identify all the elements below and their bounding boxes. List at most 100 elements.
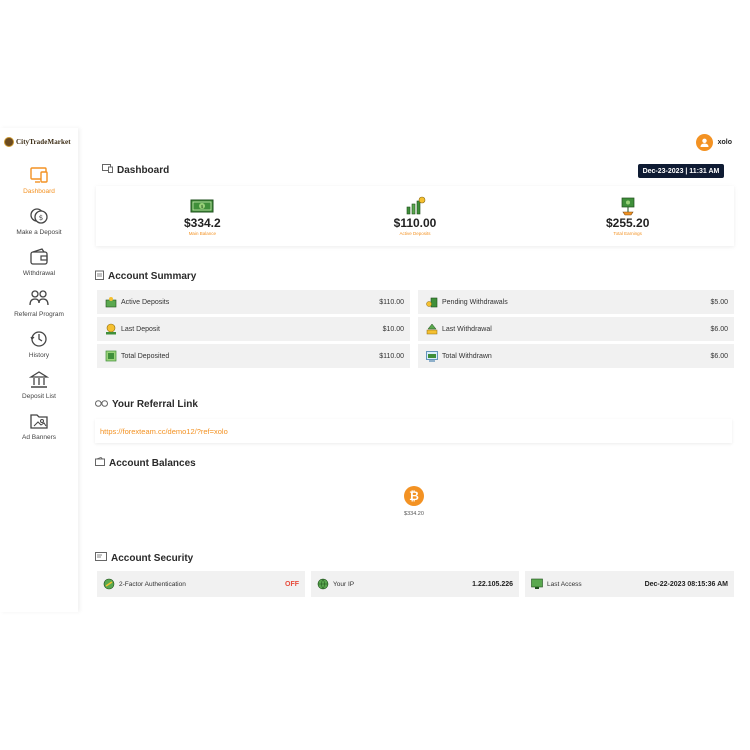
wallet-small-icon	[95, 456, 105, 469]
page-title-text: Dashboard	[117, 164, 170, 176]
user-menu[interactable]: xolo	[695, 134, 732, 151]
referral-users-icon	[28, 287, 50, 309]
stat-main-balance: $ $334.2 Main Balance	[96, 186, 309, 246]
clipboard-icon	[95, 270, 104, 283]
dashboard-icon	[28, 164, 50, 186]
page-title: Dashboard	[102, 164, 169, 176]
sidebar-item-label: Withdrawal	[22, 270, 56, 277]
summary-label: Last Deposit	[121, 325, 160, 333]
sidebar-item-label: History	[28, 352, 50, 359]
sidebar-item-referral-program[interactable]: Referral Program	[0, 287, 78, 328]
active-deposit-icon	[105, 296, 117, 308]
bitcoin-icon: ₿	[404, 486, 424, 506]
stats-panel: $ $334.2 Main Balance $110.00 Active Dep…	[96, 186, 734, 246]
binoculars-icon	[95, 398, 108, 410]
two-factor-status: OFF	[285, 580, 299, 588]
summary-label: Active Deposits	[121, 298, 170, 306]
section-title-text: Your Referral Link	[112, 398, 198, 410]
ip-card: Your IP 1.22.105.226	[311, 571, 519, 597]
sidebar-item-label: Make a Deposit	[16, 229, 62, 236]
coin-deposit-icon: $	[28, 205, 50, 227]
shield-card-icon	[95, 552, 107, 564]
last-access-card: Last Access Dec-22-2023 08:15:36 AM	[525, 571, 734, 597]
total-withdraw-icon	[426, 350, 438, 362]
last-access-value: Dec-22-2023 08:15:36 AM	[644, 580, 728, 588]
summary-row-total-deposited: Total Deposited $110.00	[97, 344, 410, 368]
stat-label: Total Earnings	[613, 230, 642, 236]
sidebar-item-label: Dashboard	[23, 188, 55, 195]
account-balances-title: Account Balances	[95, 456, 196, 469]
history-clock-icon	[28, 328, 50, 350]
avatar	[695, 134, 713, 151]
summary-label: Pending Withdrawals	[442, 298, 508, 306]
summary-value: $10.00	[382, 325, 404, 333]
security-row: 2-Factor Authentication OFF Your IP 1.22…	[97, 571, 734, 597]
bar-growth-icon	[403, 196, 427, 215]
sidebar-nav: Dashboard $ Make a Deposit Withdrawal Re…	[0, 164, 78, 451]
section-title-text: Account Summary	[108, 271, 197, 282]
summary-label: Total Deposited	[121, 352, 170, 360]
stat-value: $255.20	[605, 215, 650, 230]
account-summary-grid: Active Deposits $110.00 Pending Withdraw…	[97, 290, 734, 368]
two-factor-icon	[103, 578, 115, 590]
referral-link[interactable]: https://forexteam.cc/demo12/?ref=xolo	[100, 427, 228, 436]
summary-label: Total Withdrawn	[442, 352, 492, 360]
money-plant-icon	[616, 197, 640, 215]
wallet-icon	[28, 246, 50, 268]
summary-row-pending-withdrawals: Pending Withdrawals $5.00	[418, 290, 734, 314]
total-deposit-icon	[105, 350, 117, 362]
summary-row-last-withdrawal: Last Withdrawal $6.00	[418, 317, 734, 341]
summary-value: $5.00	[710, 298, 728, 306]
security-label: 2-Factor Authentication	[119, 580, 186, 588]
last-withdraw-icon	[426, 323, 438, 335]
globe-ip-icon	[317, 578, 329, 590]
image-folder-icon	[28, 410, 50, 432]
summary-value: $110.00	[379, 298, 404, 306]
sidebar-item-ad-banners[interactable]: Ad Banners	[0, 410, 78, 451]
summary-value: $110.00	[379, 352, 404, 360]
stat-label: Main Balance	[188, 230, 216, 236]
summary-row-total-withdrawn: Total Withdrawn $6.00	[418, 344, 734, 368]
summary-label: Last Withdrawal	[442, 325, 492, 333]
sidebar-item-label: Referral Program	[14, 311, 64, 318]
security-label: Last Access	[547, 580, 582, 588]
sidebar-item-dashboard[interactable]: Dashboard	[0, 164, 78, 205]
section-title-text: Account Balances	[109, 457, 196, 469]
sidebar-item-make-deposit[interactable]: $ Make a Deposit	[0, 205, 78, 246]
banknote-icon: $	[190, 197, 214, 215]
account-security-title: Account Security	[95, 552, 193, 564]
summary-row-last-deposit: Last Deposit $10.00	[97, 317, 410, 341]
pending-withdraw-icon	[426, 296, 438, 308]
referral-link-box: https://forexteam.cc/demo12/?ref=xolo	[95, 419, 732, 443]
sidebar-item-label: Ad Banners	[22, 434, 56, 441]
two-factor-card[interactable]: 2-Factor Authentication OFF	[97, 571, 305, 597]
bank-icon	[28, 369, 50, 391]
sidebar-item-withdrawal[interactable]: Withdrawal	[0, 246, 78, 287]
stat-value: $110.00	[393, 215, 437, 230]
balance-amount: $334.20	[404, 511, 424, 517]
account-summary-title: Account Summary	[95, 270, 196, 283]
sidebar-item-history[interactable]: History	[0, 328, 78, 369]
monitor-icon	[531, 578, 543, 590]
summary-value: $6.00	[710, 352, 728, 360]
dashboard-header-icon	[102, 164, 113, 176]
section-title-text: Account Security	[111, 552, 194, 564]
brand-logo[interactable]: CityTradeMarket	[4, 137, 71, 147]
brand-emblem-icon	[4, 137, 14, 147]
stat-total-earnings: $255.20 Total Earnings	[521, 186, 734, 246]
datetime-badge: Dec-23-2023 | 11:31 AM	[638, 164, 724, 178]
svg-text:$: $	[201, 204, 204, 210]
ip-value: 1.22.105.226	[472, 580, 513, 588]
last-deposit-icon	[105, 323, 117, 335]
summary-row-active-deposits: Active Deposits $110.00	[97, 290, 410, 314]
sidebar-item-deposit-list[interactable]: Deposit List	[0, 369, 78, 410]
user-name: xolo	[717, 139, 732, 146]
stat-active-deposits: $110.00 Active Deposits	[309, 186, 522, 246]
summary-value: $6.00	[710, 325, 728, 333]
bitcoin-balance: ₿ $334.20	[396, 486, 432, 517]
sidebar-item-label: Deposit List	[22, 393, 56, 400]
stat-label: Active Deposits	[399, 230, 431, 236]
security-label: Your IP	[333, 580, 355, 588]
stat-value: $334.2	[183, 215, 221, 230]
svg-text:$: $	[39, 214, 43, 222]
